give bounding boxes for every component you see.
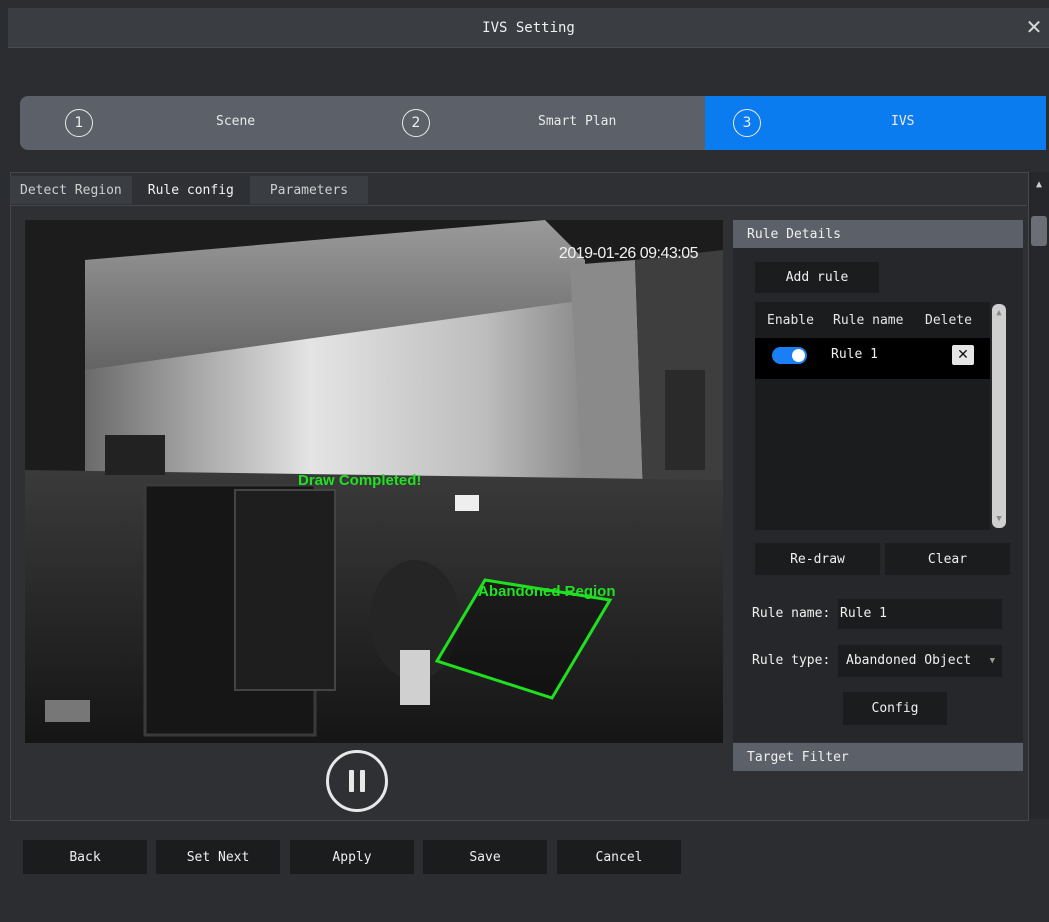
tab-divider: [10, 205, 1027, 206]
scroll-thumb[interactable]: [1031, 216, 1047, 246]
region-label: Abandoned Region: [478, 583, 616, 600]
pause-icon-bar: [360, 770, 365, 792]
rule-name-input[interactable]: Rule 1: [838, 599, 1002, 629]
column-delete: Delete: [925, 313, 972, 328]
column-rule-name: Rule name: [833, 313, 904, 328]
config-button[interactable]: Config: [843, 692, 947, 725]
step-ivs[interactable]: 3 IVS: [705, 96, 1046, 150]
step-label: IVS: [891, 114, 915, 129]
setup-stepper: 1 Scene 2 Smart Plan 3 IVS: [20, 96, 1046, 150]
set-next-button[interactable]: Set Next: [156, 840, 280, 874]
rule-type-label: Rule type:: [752, 653, 831, 668]
step-number: 3: [733, 109, 761, 137]
cancel-button[interactable]: Cancel: [557, 840, 681, 874]
delete-icon[interactable]: ✕: [952, 345, 974, 365]
window-title: IVS Setting: [482, 19, 575, 36]
tab-parameters[interactable]: Parameters: [249, 176, 369, 204]
rule-list-scrollbar[interactable]: ▲ ▼: [990, 302, 1008, 530]
scroll-up-icon[interactable]: ▲: [1031, 174, 1047, 196]
step-number: 2: [402, 109, 430, 137]
scroll-down-icon[interactable]: ▼: [992, 512, 1006, 526]
rule-type-value: Abandoned Object: [846, 653, 972, 668]
tab-detect-region[interactable]: Detect Region: [10, 176, 132, 204]
close-icon[interactable]: ✕: [1023, 16, 1045, 38]
add-rule-button[interactable]: Add rule: [755, 262, 879, 293]
apply-button[interactable]: Apply: [290, 840, 414, 874]
redraw-button[interactable]: Re-draw: [755, 543, 880, 575]
rule-list: Enable Rule name Delete Rule 1 ✕: [755, 302, 990, 530]
save-button[interactable]: Save: [423, 840, 547, 874]
rule-enable-toggle[interactable]: [772, 347, 807, 364]
rule-list-header: Enable Rule name Delete: [755, 302, 990, 338]
step-label: Smart Plan: [538, 114, 617, 129]
title-bar: IVS Setting ✕: [8, 8, 1049, 48]
rule-row-name: Rule 1: [831, 347, 878, 362]
pause-icon-bar: [349, 770, 354, 792]
back-button[interactable]: Back: [23, 840, 147, 874]
toggle-knob: [792, 349, 805, 362]
draw-status-label: Draw Completed!: [298, 472, 422, 489]
step-label: Scene: [216, 114, 256, 129]
video-timestamp: 2019-01-26 09:43:05: [558, 245, 699, 262]
rule-row[interactable]: Rule 1 ✕: [755, 338, 990, 379]
rule-type-select[interactable]: Abandoned Object ▼: [838, 645, 1002, 677]
video-preview[interactable]: 2019-01-26 09:43:05 Draw Completed! Aban…: [25, 220, 723, 743]
pause-button[interactable]: [326, 750, 388, 812]
scroll-track[interactable]: [992, 304, 1006, 528]
rule-details-header[interactable]: Rule Details: [733, 220, 1023, 248]
scroll-up-icon[interactable]: ▲: [992, 306, 1006, 320]
chevron-down-icon: ▼: [989, 656, 995, 666]
step-number: 1: [65, 109, 93, 137]
tab-bar: Detect Region Rule config Parameters: [10, 176, 370, 206]
target-filter-header[interactable]: Target Filter: [733, 743, 1023, 771]
tab-rule-config[interactable]: Rule config: [133, 176, 248, 204]
step-smart-plan[interactable]: 2 Smart Plan: [362, 96, 705, 150]
rule-name-label: Rule name:: [752, 606, 831, 621]
column-enable: Enable: [767, 313, 814, 328]
main-scrollbar[interactable]: ▲: [1029, 172, 1049, 819]
step-scene[interactable]: 1 Scene: [20, 96, 362, 150]
clear-button[interactable]: Clear: [885, 543, 1010, 575]
